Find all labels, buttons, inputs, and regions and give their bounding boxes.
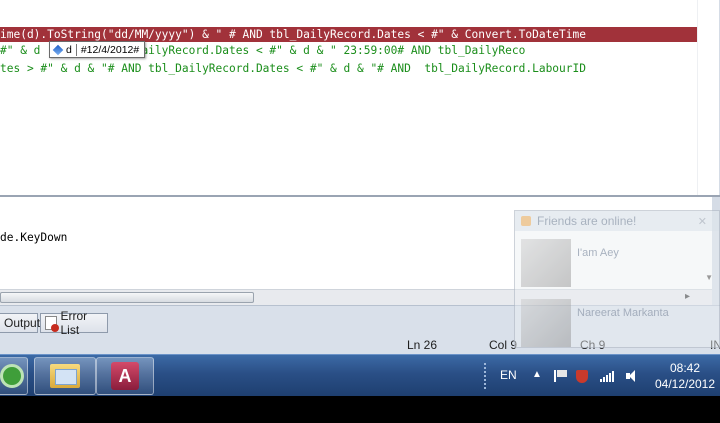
friends-online-popup[interactable]: Friends are online! ✕ I'am Aey Nareerat … — [514, 210, 720, 348]
tray-grip[interactable] — [484, 363, 486, 389]
error-list-icon — [45, 316, 61, 332]
code-line-highlighted[interactable]: ime(d).ToString("dd/MM/yyyy") & " # AND … — [0, 27, 697, 42]
chat-icon — [521, 216, 531, 226]
friend-item[interactable]: I'am Aey — [521, 239, 619, 287]
code-editor[interactable]: ime(d).ToString("dd/MM/yyyy") & " # AND … — [0, 0, 720, 195]
status-line: Ln 26 — [407, 338, 438, 352]
datatip-value[interactable]: #12/4/2012# — [77, 44, 144, 56]
popup-title: Friends are online! — [537, 214, 637, 228]
vertical-scrollbar[interactable] — [697, 0, 719, 195]
volume-icon[interactable] — [626, 370, 640, 382]
taskbar-microsoft-access[interactable]: A — [96, 357, 154, 395]
friend-item[interactable]: Nareerat Markanta — [521, 299, 669, 347]
tab-label: Error List — [60, 309, 88, 337]
tab-output[interactable]: Output — [0, 313, 41, 333]
code-line[interactable]: de.KeyDown — [0, 231, 67, 244]
screen-border — [0, 396, 720, 423]
debug-datatip[interactable]: d #12/4/2012# — [49, 41, 146, 58]
visual-studio-icon — [0, 364, 24, 388]
taskbar-windows-explorer[interactable] — [34, 357, 96, 395]
access-icon: A — [111, 362, 139, 390]
folder-icon — [50, 364, 80, 388]
close-icon[interactable]: ✕ — [698, 215, 707, 228]
security-shield-icon[interactable] — [576, 370, 588, 383]
code-line[interactable]: tes > #" & d & "# AND tbl_DailyRecord.Da… — [0, 61, 586, 76]
friend-name: Nareerat Markanta — [577, 307, 669, 319]
avatar — [521, 299, 571, 347]
tab-label: Output — [4, 316, 41, 330]
datatip-variable-name: d — [66, 43, 77, 56]
system-tray: EN ▲ 08:42 04/12/2012 — [476, 355, 720, 397]
network-signal-icon[interactable] — [600, 370, 616, 382]
status-column: Col 9 — [489, 338, 518, 352]
show-hidden-icons-icon[interactable]: ▲ — [532, 369, 542, 380]
variable-icon — [52, 44, 64, 55]
popup-header: Friends are online! — [515, 211, 719, 231]
tab-error-list[interactable]: Error List — [40, 309, 108, 337]
taskbar-visual-studio[interactable] — [0, 357, 28, 395]
clock[interactable]: 08:42 04/12/2012 — [652, 360, 718, 392]
action-center-flag-icon[interactable] — [554, 370, 568, 382]
clock-time: 08:42 — [669, 361, 701, 375]
scroll-down-arrow-icon[interactable]: ▼ — [705, 273, 713, 282]
language-indicator[interactable]: EN — [500, 368, 517, 382]
taskbar: A EN ▲ 08:42 04/12/2012 — [0, 354, 720, 396]
scrollbar-thumb[interactable] — [0, 292, 254, 303]
friend-name: I'am Aey — [577, 247, 619, 259]
clock-date: 04/12/2012 — [654, 377, 716, 391]
avatar — [521, 239, 571, 287]
